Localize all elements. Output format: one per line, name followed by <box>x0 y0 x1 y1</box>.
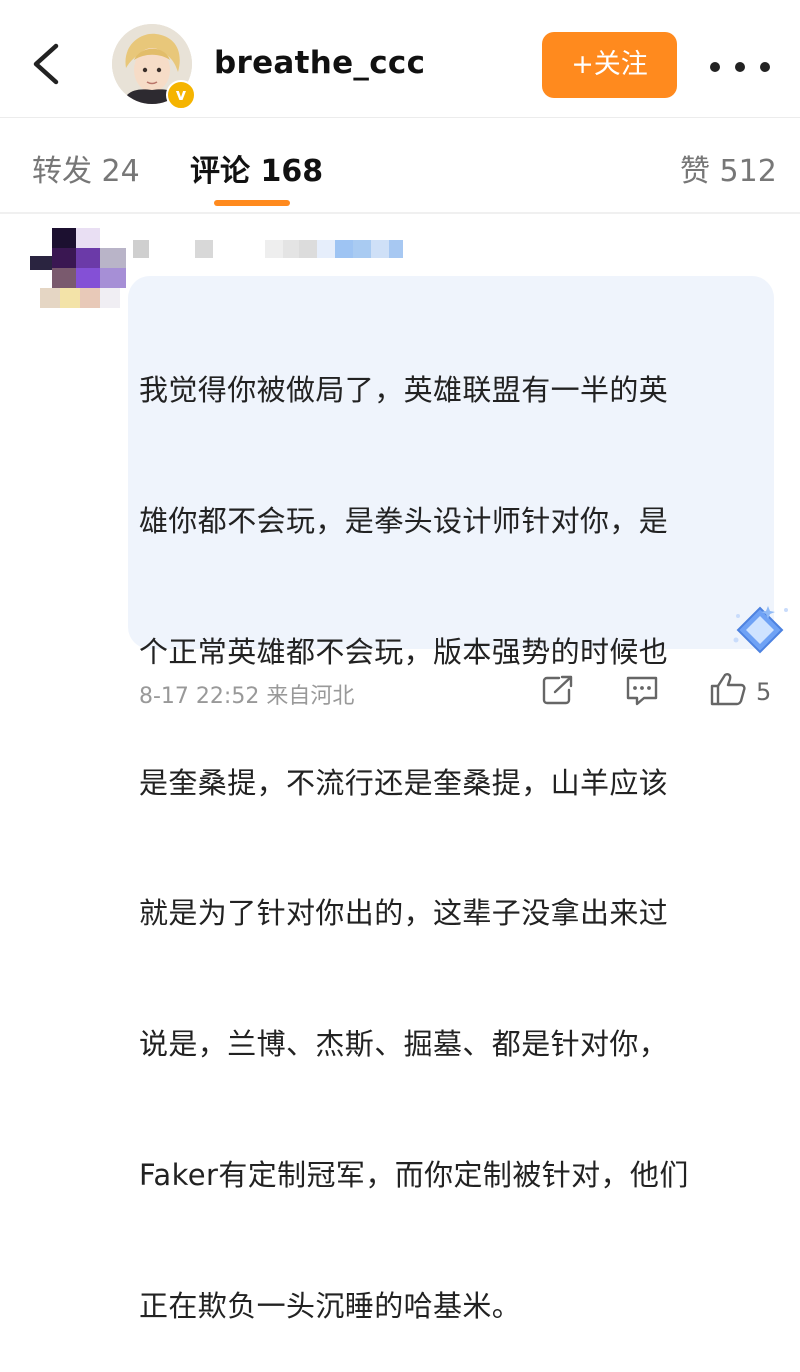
comment-line: 正在欺负一头沉睡的哈基米。 <box>139 1288 522 1323</box>
tab-comments[interactable]: 评论 168 <box>190 146 323 190</box>
more-dot <box>710 62 720 72</box>
commenter-name-blurred[interactable] <box>133 236 433 262</box>
comment-text[interactable]: 我觉得你被做局了，英雄联盟有一半的英 雄你都不会玩，是拳头设计师针对你，是 个正… <box>139 282 765 1372</box>
reply-comment-icon[interactable] <box>624 674 660 708</box>
comment-line: 我觉得你被做局了，英雄联盟有一半的英 <box>139 373 669 408</box>
profile-header: v breathe_ccc +关注 <box>0 0 800 118</box>
more-options-icon[interactable] <box>710 62 770 72</box>
follow-button[interactable]: +关注 <box>542 32 677 98</box>
username[interactable]: breathe_ccc <box>214 45 425 81</box>
diamond-sticker-icon <box>733 606 788 654</box>
pixelated-name-icon <box>133 240 403 258</box>
comment-line: 是奎桑提，不流行还是奎桑提，山羊应该 <box>139 765 669 800</box>
comment-line: Faker有定制冠军，而你定制被针对，他们 <box>139 1157 689 1192</box>
comment-time-location: 8-17 22:52 来自河北 <box>139 684 355 709</box>
comment-line: 雄你都不会玩，是拳头设计师针对你，是 <box>139 503 669 538</box>
commenter-avatar-blurred[interactable] <box>30 228 126 308</box>
more-dot <box>735 62 745 72</box>
back-chevron-icon[interactable] <box>26 40 66 88</box>
like-count: 5 <box>756 678 772 706</box>
verified-badge-icon: v <box>166 80 196 110</box>
pixelated-avatar-icon <box>30 228 126 308</box>
more-dot <box>760 62 770 72</box>
tab-likes[interactable]: 赞 512 <box>680 146 777 190</box>
tabs-divider <box>0 212 800 214</box>
comment-line: 就是为了针对你出的，这辈子没拿出来过 <box>139 896 669 931</box>
comment-line: 个正常英雄都不会玩，版本强势的时候也 <box>139 634 669 669</box>
comment-line: 说是，兰博、杰斯、掘墓、都是针对你， <box>139 1027 669 1062</box>
thumbs-up-icon[interactable] <box>708 671 748 707</box>
share-icon[interactable] <box>541 674 575 706</box>
tab-repost[interactable]: 转发 24 <box>32 146 140 190</box>
tab-bar: 转发 24 评论 168 赞 512 <box>0 118 800 210</box>
active-tab-indicator <box>214 200 290 206</box>
